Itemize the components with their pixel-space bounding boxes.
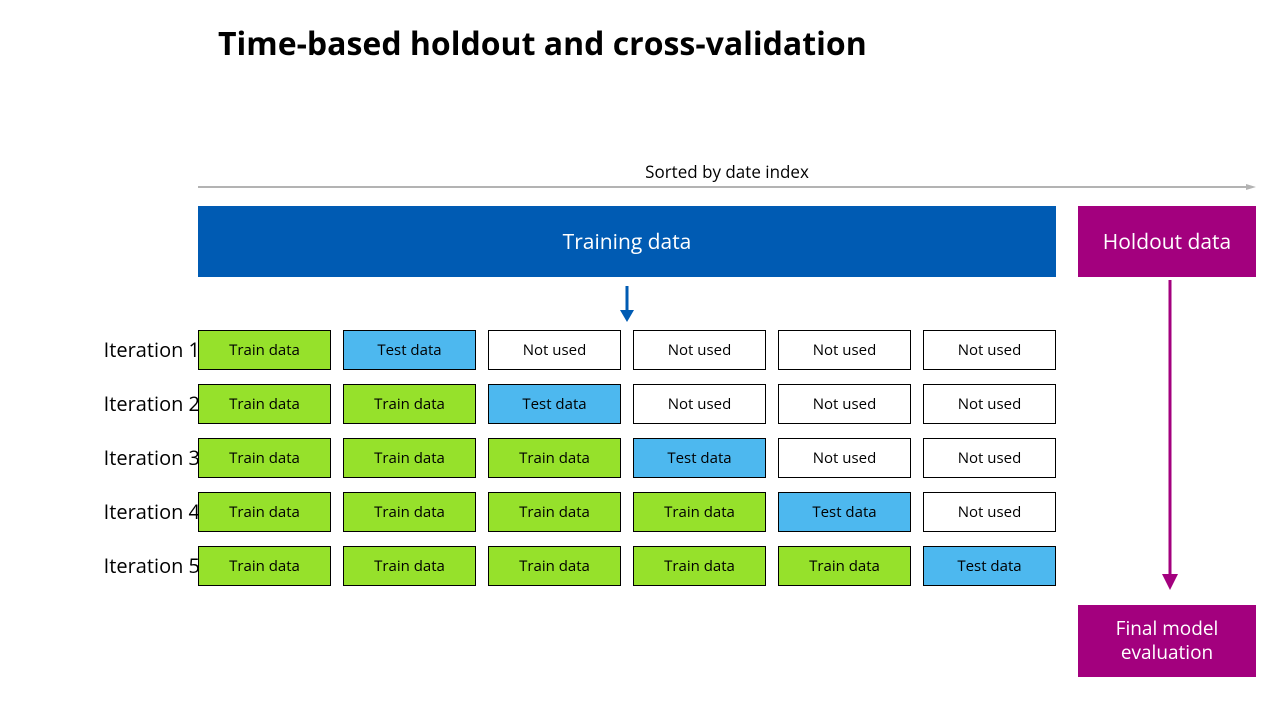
holdout-data-header: Holdout data — [1078, 206, 1256, 277]
cv-cell-test: Test data — [778, 492, 911, 532]
cv-row: Train data Train data Test data Not used Not… — [198, 384, 1078, 424]
cv-cell-train: Train data — [488, 546, 621, 586]
cv-cell-train: Train data — [343, 492, 476, 532]
sorted-by-label: Sorted by date index — [198, 160, 1256, 183]
cv-cell-train: Train data — [198, 492, 331, 532]
cv-row: Train data Test data Not used Not used Not u… — [198, 330, 1078, 370]
cv-cell-unused: Not used — [633, 330, 766, 370]
cv-cell-unused: Not used — [778, 438, 911, 478]
cv-cell-test: Test data — [633, 438, 766, 478]
page-title: Time-based holdout and cross-validation — [218, 22, 867, 65]
iteration-label: Iteration 5 — [30, 546, 210, 586]
cv-cell-train: Train data — [343, 384, 476, 424]
cv-cell-train: Train data — [343, 438, 476, 478]
cv-cell-train: Train data — [633, 546, 766, 586]
cv-cell-train: Train data — [198, 438, 331, 478]
cv-cell-unused: Not used — [923, 384, 1056, 424]
iteration-label: Iteration 3 — [30, 438, 210, 478]
cv-cell-train: Train data — [198, 546, 331, 586]
cv-cell-train: Train data — [198, 384, 331, 424]
cv-cell-unused: Not used — [488, 330, 621, 370]
cv-cell-test: Test data — [923, 546, 1056, 586]
cv-row: Train data Train data Train data Train data… — [198, 546, 1078, 586]
cv-row: Train data Train data Train data Train data… — [198, 492, 1078, 532]
iteration-label: Iteration 4 — [30, 492, 210, 532]
iteration-label: Iteration 1 — [30, 330, 210, 370]
cv-cell-train: Train data — [633, 492, 766, 532]
iteration-labels: Iteration 1 Iteration 2 Iteration 3 Iter… — [30, 330, 210, 600]
holdout-down-arrow-icon — [1160, 280, 1180, 590]
cv-cell-unused: Not used — [923, 492, 1056, 532]
cv-cell-test: Test data — [488, 384, 621, 424]
training-data-header: Training data — [198, 206, 1056, 277]
cv-cell-train: Train data — [488, 438, 621, 478]
iteration-label: Iteration 2 — [30, 384, 210, 424]
cv-grid: Train data Test data Not used Not used Not u… — [198, 330, 1078, 600]
timeline-arrow-icon — [198, 184, 1256, 190]
cv-cell-test: Test data — [343, 330, 476, 370]
cv-cell-train: Train data — [488, 492, 621, 532]
cv-row: Train data Train data Train data Test data N… — [198, 438, 1078, 478]
cv-cell-unused: Not used — [778, 384, 911, 424]
cv-cell-unused: Not used — [923, 438, 1056, 478]
cv-cell-train: Train data — [778, 546, 911, 586]
cv-cell-unused: Not used — [633, 384, 766, 424]
cv-cell-unused: Not used — [778, 330, 911, 370]
cv-cell-train: Train data — [198, 330, 331, 370]
training-down-arrow-icon — [618, 286, 636, 322]
cv-cell-train: Train data — [343, 546, 476, 586]
cv-cell-unused: Not used — [923, 330, 1056, 370]
final-model-evaluation-box: Final model evaluation — [1078, 605, 1256, 677]
